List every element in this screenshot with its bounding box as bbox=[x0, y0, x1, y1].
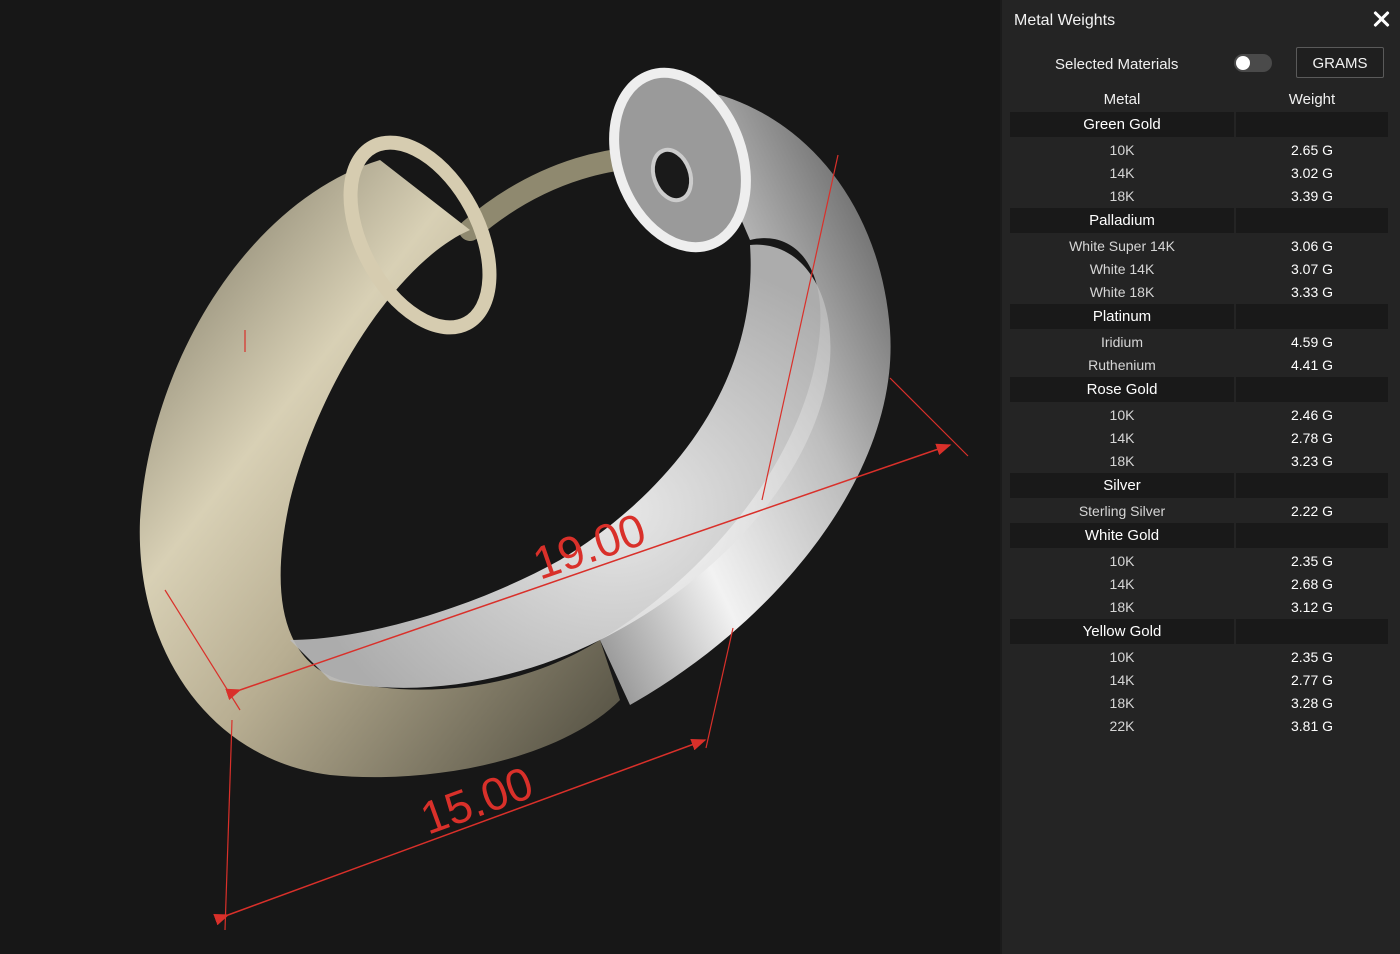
toggle-knob bbox=[1236, 56, 1250, 70]
metal-cell: White 14K bbox=[1089, 261, 1155, 277]
metal-cell: Iridium bbox=[1100, 334, 1143, 350]
weight-cell: 3.23 G bbox=[1290, 453, 1334, 469]
category-row: Silver bbox=[1010, 473, 1388, 498]
category-name: Yellow Gold bbox=[1010, 619, 1234, 644]
table-row: 18K 3.23 G bbox=[1010, 449, 1388, 472]
weight-cell: 2.46 G bbox=[1290, 407, 1334, 423]
category-name: Palladium bbox=[1010, 208, 1234, 233]
category-row: Rose Gold bbox=[1010, 377, 1388, 402]
category-weight-cell bbox=[1236, 304, 1388, 329]
3d-viewport[interactable]: 19.00 15.00 bbox=[0, 0, 1000, 954]
weight-cell: 3.02 G bbox=[1290, 165, 1334, 181]
weight-cell: 3.28 G bbox=[1290, 695, 1334, 711]
category-weight-cell bbox=[1236, 208, 1388, 233]
category-weight-cell bbox=[1236, 377, 1388, 402]
category-row: White Gold bbox=[1010, 523, 1388, 548]
metal-cell: 14K bbox=[1109, 576, 1135, 592]
weight-cell: 4.41 G bbox=[1290, 357, 1334, 373]
selected-materials-label: Selected Materials bbox=[1055, 56, 1179, 73]
table-row: 14K 2.68 G bbox=[1010, 572, 1388, 595]
category-weight-cell bbox=[1236, 619, 1388, 644]
weight-cell: 3.33 G bbox=[1290, 284, 1334, 300]
metal-cell: 14K bbox=[1109, 430, 1135, 446]
weight-cell: 3.81 G bbox=[1290, 718, 1334, 734]
category-row: Yellow Gold bbox=[1010, 619, 1388, 644]
weight-column-header: Weight bbox=[1288, 91, 1336, 108]
category-name: White Gold bbox=[1010, 523, 1234, 548]
table-row: Sterling Silver 2.22 G bbox=[1010, 499, 1388, 522]
table-row: 10K 2.35 G bbox=[1010, 549, 1388, 572]
weight-cell: 2.65 G bbox=[1290, 142, 1334, 158]
metal-cell: 22K bbox=[1109, 718, 1135, 734]
weight-cell: 3.07 G bbox=[1290, 261, 1334, 277]
weight-cell: 2.35 G bbox=[1290, 553, 1334, 569]
metal-column-header: Metal bbox=[1103, 91, 1141, 108]
close-icon[interactable] bbox=[1370, 8, 1392, 30]
selected-materials-toggle[interactable] bbox=[1234, 54, 1272, 72]
table-row: White 14K 3.07 G bbox=[1010, 257, 1388, 280]
diameter-extension-right bbox=[889, 377, 969, 457]
weight-cell: 2.68 G bbox=[1290, 576, 1334, 592]
weight-cell: 2.78 G bbox=[1290, 430, 1334, 446]
metal-cell: 10K bbox=[1109, 553, 1135, 569]
category-weight-cell bbox=[1236, 523, 1388, 548]
table-row: Ruthenium 4.41 G bbox=[1010, 353, 1388, 376]
metal-cell: Ruthenium bbox=[1088, 357, 1156, 373]
category-name: Rose Gold bbox=[1010, 377, 1234, 402]
panel-title: Metal Weights bbox=[1014, 12, 1116, 29]
weight-cell: 3.39 G bbox=[1290, 188, 1334, 204]
table-row: 14K 3.02 G bbox=[1010, 161, 1388, 184]
table-row: White 18K 3.33 G bbox=[1010, 280, 1388, 303]
unit-grams-button[interactable]: GRAMS bbox=[1296, 47, 1384, 78]
metal-cell: 10K bbox=[1109, 407, 1135, 423]
table-row: 22K 3.81 G bbox=[1010, 714, 1388, 737]
category-name: Platinum bbox=[1010, 304, 1234, 329]
weight-cell: 4.59 G bbox=[1290, 334, 1334, 350]
table-row: Iridium 4.59 G bbox=[1010, 330, 1388, 353]
table-row: 18K 3.39 G bbox=[1010, 184, 1388, 207]
table-row: 10K 2.35 G bbox=[1010, 645, 1388, 668]
width-extension-left bbox=[224, 719, 233, 931]
metal-cell: 14K bbox=[1109, 165, 1135, 181]
table-row: 18K 3.28 G bbox=[1010, 691, 1388, 714]
category-name: Silver bbox=[1010, 473, 1234, 498]
category-weight-cell bbox=[1236, 112, 1388, 137]
table-row: 14K 2.78 G bbox=[1010, 426, 1388, 449]
table-row: White Super 14K 3.06 G bbox=[1010, 234, 1388, 257]
ring-render: 19.00 15.00 bbox=[139, 67, 969, 931]
metal-cell: 18K bbox=[1109, 599, 1135, 615]
metal-weights-table: Metal Weight Green Gold 10K 2.65 G 14K 3.02 … bbox=[1010, 87, 1388, 737]
metal-cell: 10K bbox=[1109, 142, 1135, 158]
weight-cell: 2.35 G bbox=[1290, 649, 1334, 665]
controls-row: Selected Materials GRAMS bbox=[1002, 44, 1400, 84]
category-weight-cell bbox=[1236, 473, 1388, 498]
category-name: Green Gold bbox=[1010, 112, 1234, 137]
panel-header: Metal Weights bbox=[1002, 0, 1400, 44]
table-row: 18K 3.12 G bbox=[1010, 595, 1388, 618]
weight-cell: 2.77 G bbox=[1290, 672, 1334, 688]
table-row: 10K 2.46 G bbox=[1010, 403, 1388, 426]
weight-cell: 3.06 G bbox=[1290, 238, 1334, 254]
metal-weights-panel: Metal Weights Selected Materials GRAMS M… bbox=[1000, 0, 1400, 954]
table-header: Metal Weight bbox=[1010, 87, 1388, 111]
weight-cell: 3.12 G bbox=[1290, 599, 1334, 615]
metal-cell: 18K bbox=[1109, 695, 1135, 711]
metal-cell: Sterling Silver bbox=[1078, 503, 1166, 519]
table-row: 14K 2.77 G bbox=[1010, 668, 1388, 691]
table-body: Green Gold 10K 2.65 G 14K 3.02 G 18K 3.39 G Pal… bbox=[1010, 112, 1388, 737]
weight-cell: 2.22 G bbox=[1290, 503, 1334, 519]
category-row: Platinum bbox=[1010, 304, 1388, 329]
metal-cell: White 18K bbox=[1089, 284, 1155, 300]
metal-cell: 10K bbox=[1109, 649, 1135, 665]
category-row: Palladium bbox=[1010, 208, 1388, 233]
metal-cell: 18K bbox=[1109, 188, 1135, 204]
category-row: Green Gold bbox=[1010, 112, 1388, 137]
table-row: 10K 2.65 G bbox=[1010, 138, 1388, 161]
metal-cell: 14K bbox=[1109, 672, 1135, 688]
metal-cell: White Super 14K bbox=[1069, 238, 1175, 254]
metal-cell: 18K bbox=[1109, 453, 1135, 469]
